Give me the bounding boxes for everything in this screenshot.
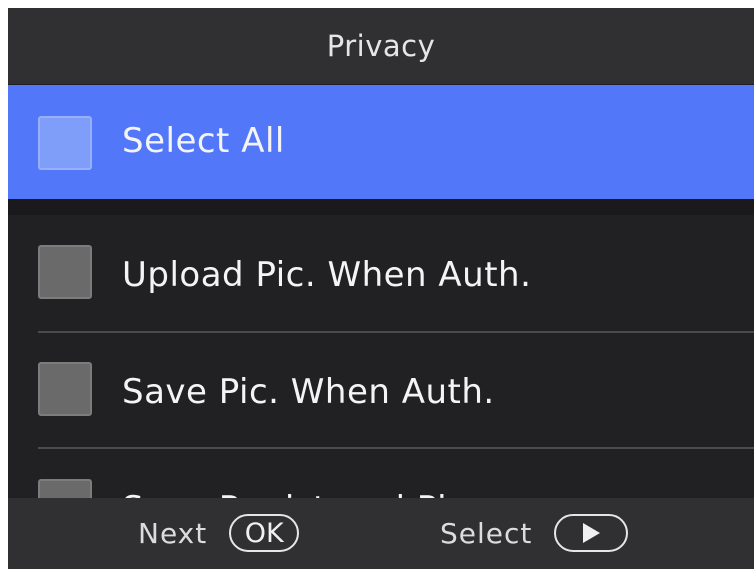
page-title: Privacy <box>326 29 436 63</box>
upload-pic-checkbox[interactable] <box>38 245 92 299</box>
select-label: Select <box>440 516 533 550</box>
button-hint-bar: Next OK Select <box>8 498 754 569</box>
select-all-checkbox[interactable] <box>38 116 92 170</box>
title-bar: Privacy <box>8 8 754 84</box>
section-divider <box>8 199 754 215</box>
select-hint[interactable]: Select <box>440 512 629 554</box>
select-all-row[interactable]: Select All <box>8 85 754 199</box>
list-item-save-pic[interactable]: Save Pic. When Auth. <box>8 332 754 448</box>
list-item-upload-pic[interactable]: Upload Pic. When Auth. <box>8 215 754 331</box>
next-hint[interactable]: Next OK <box>138 512 300 554</box>
play-icon <box>554 514 629 552</box>
save-pic-checkbox[interactable] <box>38 362 92 416</box>
device-screen: Privacy Select All Upload Pic. When Auth… <box>8 8 754 569</box>
save-pic-label: Save Pic. When Auth. <box>122 372 495 412</box>
ok-key-badge: OK <box>229 514 300 552</box>
ok-key-label: OK <box>244 517 284 549</box>
select-all-label: Select All <box>122 121 285 161</box>
upload-pic-label: Upload Pic. When Auth. <box>122 255 532 295</box>
next-label: Next <box>138 516 208 550</box>
